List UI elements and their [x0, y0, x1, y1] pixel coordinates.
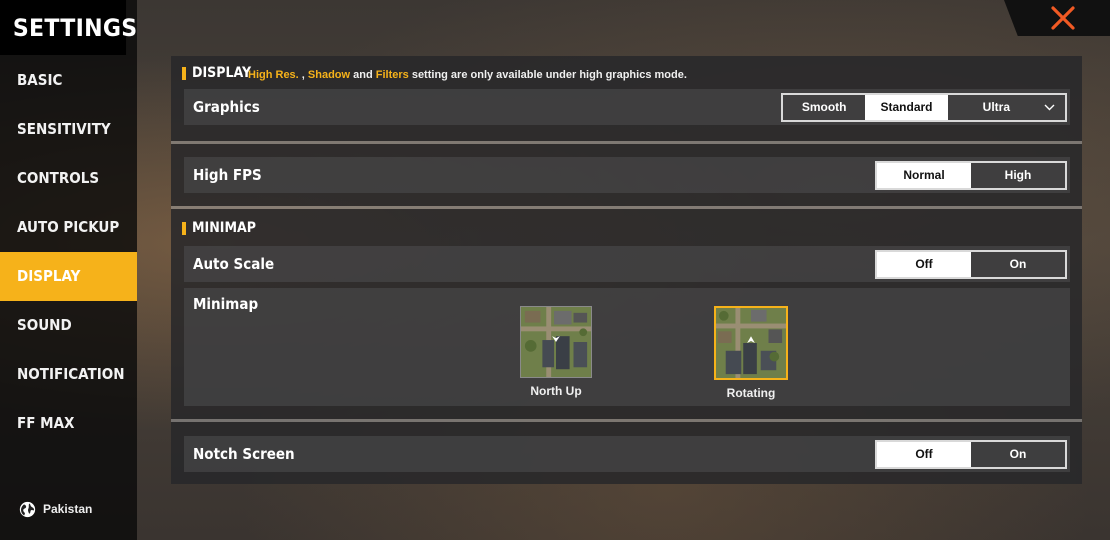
sidebar-item-label: SENSITIVITY [17, 120, 111, 138]
notch-screen-selector: Off On [875, 440, 1067, 469]
graphics-row: Graphics Smooth Standard Ultra [184, 89, 1070, 125]
sidebar-item-label: AUTO PICKUP [17, 218, 120, 236]
sidebar-item-label: CONTROLS [17, 169, 100, 187]
sidebar-item-notification[interactable]: NOTIFICATION [0, 350, 137, 399]
note-highlight-shadow: Shadow [307, 69, 351, 81]
sidebar-item-auto-pickup[interactable]: AUTO PICKUP [0, 203, 137, 252]
section-accent-bar [182, 221, 186, 235]
display-section-header: DISPLAY [182, 65, 258, 81]
sidebar-item-label: SOUND [17, 316, 72, 334]
auto-scale-option-on[interactable]: On [971, 252, 1065, 277]
high-fps-option-normal[interactable]: Normal [877, 163, 971, 188]
auto-scale-selector: Off On [875, 250, 1067, 279]
map-preview-image [716, 308, 786, 378]
note-highlight-high-res: High Res. [248, 69, 299, 81]
notch-screen-row: Notch Screen Off On [184, 436, 1070, 472]
sidebar-item-label: BASIC [17, 71, 63, 89]
graphics-option-standard[interactable]: Standard [865, 95, 948, 120]
graphics-note: High Res. , Shadow and Filters setting a… [248, 69, 687, 81]
sidebar-item-display[interactable]: DISPLAY [0, 252, 137, 301]
high-fps-option-high[interactable]: High [971, 163, 1065, 188]
high-fps-label: High FPS [193, 166, 262, 184]
note-text: and [350, 69, 376, 81]
close-icon [1051, 6, 1075, 30]
sidebar-item-label: NOTIFICATION [17, 365, 125, 383]
minimap-option-rotating[interactable]: Rotating [714, 306, 788, 400]
high-fps-selector: Normal High [875, 161, 1067, 190]
region-label: Pakistan [43, 502, 93, 516]
sidebar-item-basic[interactable]: BASIC [0, 56, 137, 105]
globe-icon [19, 501, 36, 517]
minimap-option-north-up[interactable]: North Up [519, 306, 593, 398]
minimap-thumbnail [714, 306, 788, 380]
auto-scale-label: Auto Scale [193, 255, 275, 273]
sidebar-item-label: FF MAX [17, 414, 75, 432]
sidebar-nav: BASIC SENSITIVITY CONTROLS AUTO PICKUP D… [0, 56, 137, 448]
high-fps-row: High FPS Normal High [184, 157, 1070, 193]
region-selector[interactable]: Pakistan [19, 498, 92, 520]
minimap-row: Minimap North Up Rotating [184, 288, 1070, 406]
sidebar-item-sensitivity[interactable]: SENSITIVITY [0, 105, 137, 154]
notch-screen-label: Notch Screen [193, 445, 295, 463]
minimap-label: Minimap [193, 295, 259, 313]
graphics-option-smooth[interactable]: Smooth [783, 95, 865, 120]
graphics-option-ultra-label: Ultra [982, 100, 1010, 114]
minimap-thumbnail [520, 306, 592, 378]
graphics-selector: Smooth Standard Ultra [781, 93, 1067, 122]
sidebar-item-sound[interactable]: SOUND [0, 301, 137, 350]
auto-scale-row: Auto Scale Off On [184, 246, 1070, 282]
map-preview-image [521, 307, 591, 377]
graphics-label: Graphics [193, 98, 260, 116]
display-section-title: DISPLAY [192, 65, 252, 81]
minimap-section-header: MINIMAP [182, 220, 263, 236]
sidebar-item-label: DISPLAY [17, 267, 81, 285]
minimap-option-label: Rotating [726, 386, 776, 400]
note-text: , [298, 69, 308, 81]
auto-scale-option-off[interactable]: Off [877, 252, 971, 277]
close-button[interactable] [1004, 0, 1110, 36]
page-title: SETTINGS [0, 0, 137, 55]
note-text: setting are only available under high gr… [408, 69, 687, 81]
minimap-section-title: MINIMAP [192, 220, 256, 236]
sidebar-item-controls[interactable]: CONTROLS [0, 154, 137, 203]
section-accent-bar [182, 66, 186, 80]
notch-screen-option-on[interactable]: On [971, 442, 1065, 467]
minimap-option-label: North Up [530, 384, 582, 398]
sidebar-item-ff-max[interactable]: FF MAX [0, 399, 137, 448]
chevron-down-icon [1044, 104, 1055, 111]
note-highlight-filters: Filters [375, 69, 409, 81]
graphics-option-ultra[interactable]: Ultra [948, 95, 1065, 120]
sidebar: SETTINGS BASIC SENSITIVITY CONTROLS AUTO… [0, 0, 137, 540]
notch-screen-option-off[interactable]: Off [877, 442, 971, 467]
